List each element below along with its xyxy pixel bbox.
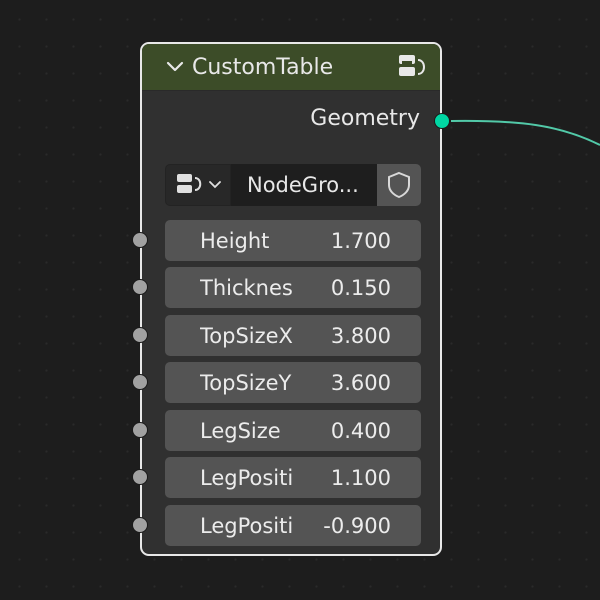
input-label: Thicknes	[200, 275, 293, 300]
input-socket[interactable]	[132, 517, 148, 533]
input-label: LegSize	[200, 418, 281, 443]
custom-table-node[interactable]: CustomTable Geometry NodeGro... Height 1…	[132, 42, 450, 556]
input-socket[interactable]	[132, 327, 148, 343]
input-value: -0.900	[323, 513, 391, 538]
node-title: CustomTable	[192, 54, 334, 80]
chevron-down-icon	[209, 181, 221, 189]
shield-icon	[388, 171, 410, 199]
input-label: Height	[200, 228, 270, 253]
input-label: LegPositi	[200, 465, 294, 490]
input-socket[interactable]	[132, 374, 148, 390]
node-group-icon	[399, 55, 425, 76]
input-value: 0.150	[330, 275, 391, 300]
input-field[interactable]: Thicknes 0.150	[165, 267, 421, 308]
geometry-output-socket[interactable]	[434, 113, 450, 129]
input-socket[interactable]	[132, 279, 148, 295]
input-value: 1.100	[330, 465, 391, 490]
input-field[interactable]: LegPositi 1.100	[165, 457, 421, 498]
node-group-icon	[177, 174, 202, 193]
input-value: 1.700	[330, 228, 391, 253]
input-socket[interactable]	[132, 469, 148, 485]
fake-user-button[interactable]	[377, 164, 421, 206]
input-field[interactable]: Height 1.700	[165, 220, 421, 261]
input-field[interactable]: LegSize 0.400	[165, 410, 421, 451]
input-socket[interactable]	[132, 232, 148, 248]
input-field[interactable]: TopSizeX 3.800	[165, 315, 421, 356]
collapse-toggle[interactable]	[162, 54, 188, 80]
node-group-selector[interactable]: NodeGro...	[165, 164, 421, 206]
input-socket[interactable]	[132, 422, 148, 438]
node-group-name-field[interactable]: NodeGro...	[231, 164, 377, 206]
chevron-down-icon	[166, 61, 184, 72]
input-field[interactable]: TopSizeY 3.600	[165, 362, 421, 403]
input-value: 0.400	[330, 418, 391, 443]
node-group-browse-button[interactable]	[165, 164, 231, 206]
input-value: 3.600	[330, 370, 391, 395]
input-field[interactable]: LegPositi -0.900	[165, 505, 421, 546]
input-label: TopSizeX	[200, 323, 293, 348]
output-label-geometry: Geometry	[310, 106, 420, 131]
input-label: TopSizeY	[200, 370, 292, 395]
input-value: 3.800	[330, 323, 391, 348]
input-label: LegPositi	[200, 513, 294, 538]
node-header[interactable]: CustomTable	[142, 44, 440, 91]
